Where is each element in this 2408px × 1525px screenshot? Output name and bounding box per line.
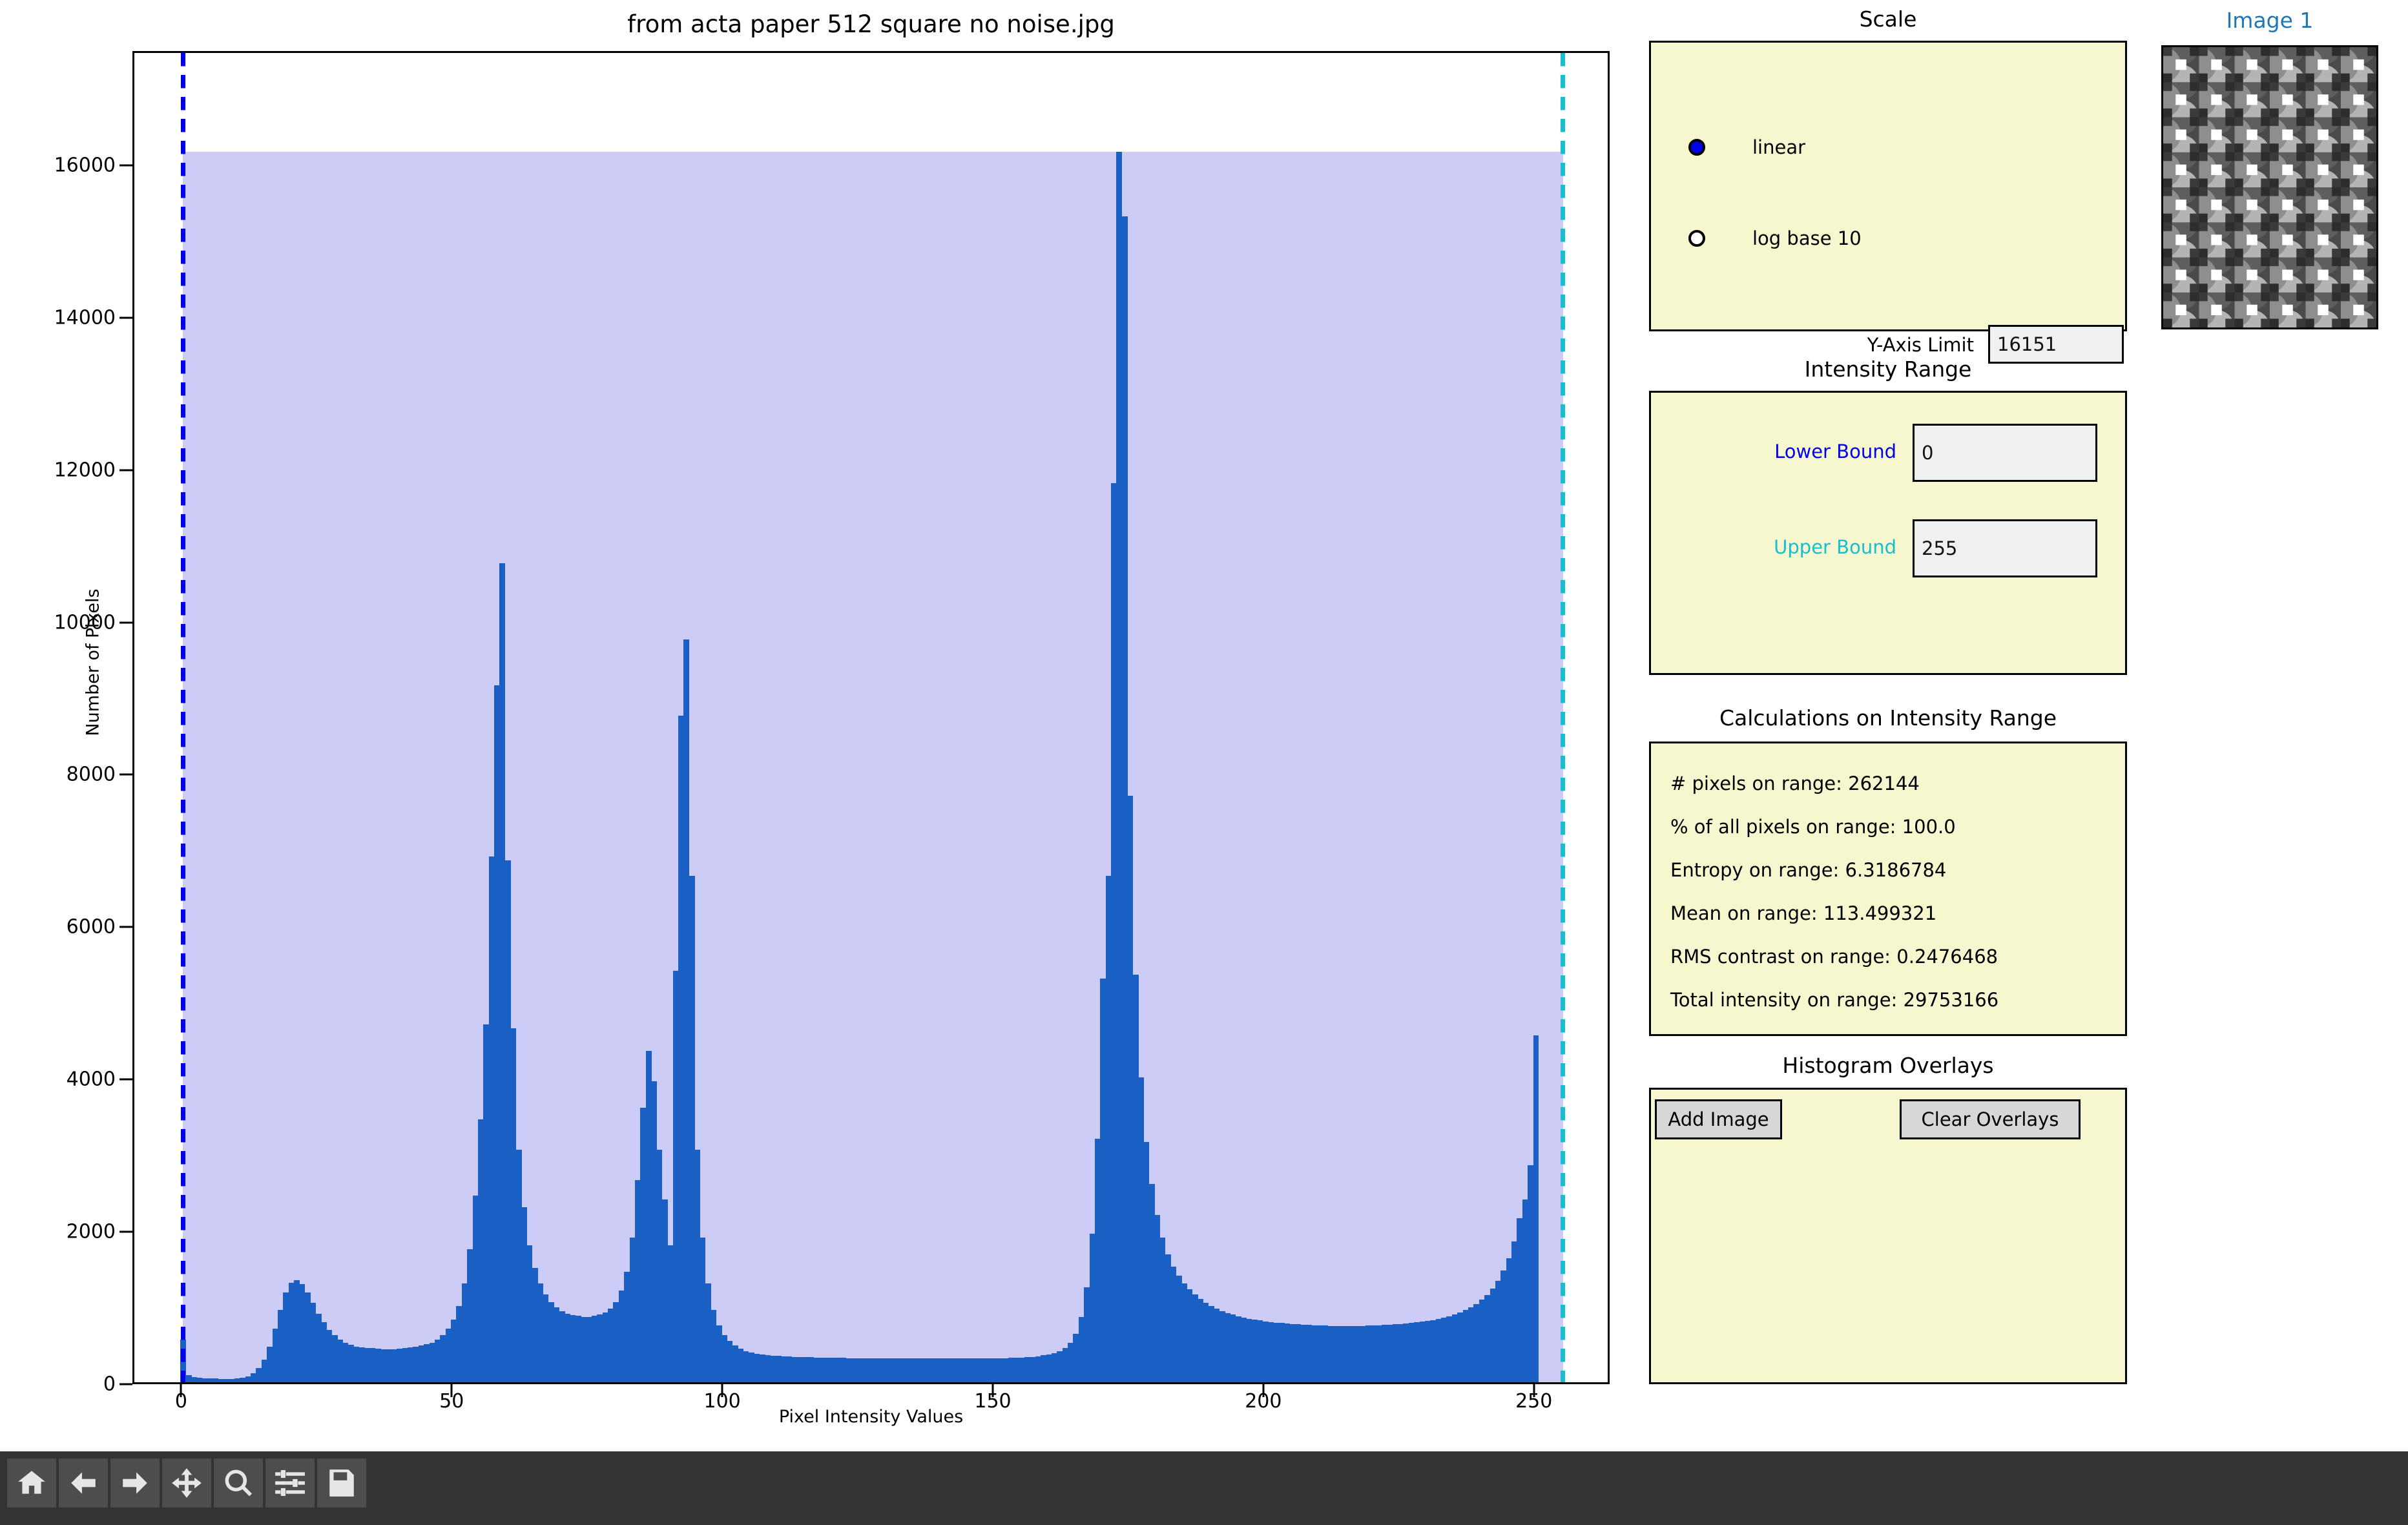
move-arrows-icon (171, 1467, 203, 1499)
calc-line-rms-contrast: RMS contrast on range: 0.2476468 (1670, 946, 1998, 968)
upper-bound-vline (1561, 53, 1565, 1382)
radio-linear[interactable]: linear (1688, 136, 1805, 158)
radio-log-icon (1688, 230, 1705, 247)
home-button[interactable] (7, 1458, 56, 1508)
page-title: from acta paper 512 square no noise.jpg (132, 6, 1610, 43)
sliders-icon (274, 1467, 306, 1499)
upper-bound-label: Upper Bound (1690, 536, 1896, 558)
calc-line-percent: % of all pixels on range: 100.0 (1670, 816, 1956, 838)
y-axis-limit-label: Y-Axis Limit (1767, 334, 1974, 356)
y-tick-mark (119, 1384, 132, 1385)
histogram-axes[interactable] (132, 51, 1610, 1384)
calculations-panel-title: Calculations on Intensity Range (1649, 705, 2127, 731)
y-tick-label: 0 (103, 1373, 116, 1396)
histogram-plot-area (134, 53, 1608, 1382)
image-thumbnail[interactable] (2161, 45, 2378, 329)
y-tick-mark (119, 1079, 132, 1081)
y-tick-label: 8000 (67, 763, 116, 786)
add-image-button[interactable]: Add Image (1655, 1099, 1782, 1139)
intensity-range-panel-title: Intensity Range (1649, 357, 2127, 382)
intensity-range-panel: Lower Bound 0 Upper Bound 255 (1649, 391, 2127, 675)
configure-subplots-button[interactable] (265, 1458, 315, 1508)
radio-linear-icon (1688, 139, 1705, 156)
x-tick-mark (180, 1384, 182, 1397)
y-tick-label: 4000 (67, 1068, 116, 1091)
calculations-panel: # pixels on range: 262144 % of all pixel… (1649, 742, 2127, 1036)
y-tick-label: 14000 (54, 306, 116, 329)
y-tick-mark (119, 774, 132, 776)
lower-bound-vline (181, 53, 185, 1382)
arrow-right-icon (119, 1467, 151, 1499)
matplotlib-toolbar (0, 1451, 2408, 1525)
radio-log[interactable]: log base 10 (1688, 227, 1862, 249)
radio-log-label: log base 10 (1752, 227, 1862, 249)
magnifier-icon (222, 1467, 254, 1499)
y-tick-mark (119, 1231, 132, 1233)
overlays-panel-title: Histogram Overlays (1649, 1053, 2127, 1078)
thumbnail-pattern-icon (2163, 47, 2376, 327)
y-tick-label: 2000 (67, 1221, 116, 1243)
y-tick-label: 12000 (54, 459, 116, 481)
upper-bound-input[interactable]: 255 (1913, 519, 2097, 577)
lower-bound-label: Lower Bound (1690, 441, 1896, 462)
pan-button[interactable] (162, 1458, 211, 1508)
scale-panel: linear log base 10 Y-Axis Limit 16151 (1649, 41, 2127, 331)
y-tick-mark (119, 316, 132, 318)
arrow-left-icon (67, 1467, 99, 1499)
y-tick-mark (119, 926, 132, 928)
calc-line-total-intensity: Total intensity on range: 29753166 (1670, 989, 1998, 1011)
y-tick-mark (119, 469, 132, 471)
y-tick-mark (119, 621, 132, 623)
floppy-save-icon (326, 1467, 358, 1499)
home-icon (16, 1467, 48, 1499)
y-tick-label: 10000 (54, 611, 116, 634)
x-tick-mark (991, 1384, 993, 1397)
x-tick-mark (1533, 1384, 1535, 1397)
x-tick-mark (721, 1384, 723, 1397)
thumbnail-title: Image 1 (2157, 8, 2382, 33)
scale-panel-title: Scale (1649, 6, 2127, 32)
y-tick-label: 6000 (67, 916, 116, 939)
save-button[interactable] (317, 1458, 366, 1508)
calc-line-entropy: Entropy on range: 6.3186784 (1670, 859, 1946, 881)
x-tick-mark (451, 1384, 453, 1397)
clear-overlays-button[interactable]: Clear Overlays (1900, 1099, 2081, 1139)
lower-bound-input[interactable]: 0 (1913, 424, 2097, 482)
histogram-bars (134, 53, 1608, 1382)
overlays-panel: Add Image Clear Overlays (1649, 1088, 2127, 1384)
forward-button[interactable] (110, 1458, 160, 1508)
calc-line-mean: Mean on range: 113.499321 (1670, 902, 1936, 924)
y-tick-label: 16000 (54, 154, 116, 176)
y-tick-mark (119, 164, 132, 166)
matplotlib-figure: from acta paper 512 square no noise.jpg … (0, 0, 2408, 1451)
x-axis-label: Pixel Intensity Values (132, 1407, 1610, 1427)
zoom-button[interactable] (214, 1458, 263, 1508)
y-axis-label: Number of Pixels (83, 559, 103, 766)
x-tick-mark (1262, 1384, 1264, 1397)
back-button[interactable] (59, 1458, 108, 1508)
radio-linear-label: linear (1752, 136, 1805, 158)
calc-line-pixels: # pixels on range: 262144 (1670, 773, 1920, 794)
